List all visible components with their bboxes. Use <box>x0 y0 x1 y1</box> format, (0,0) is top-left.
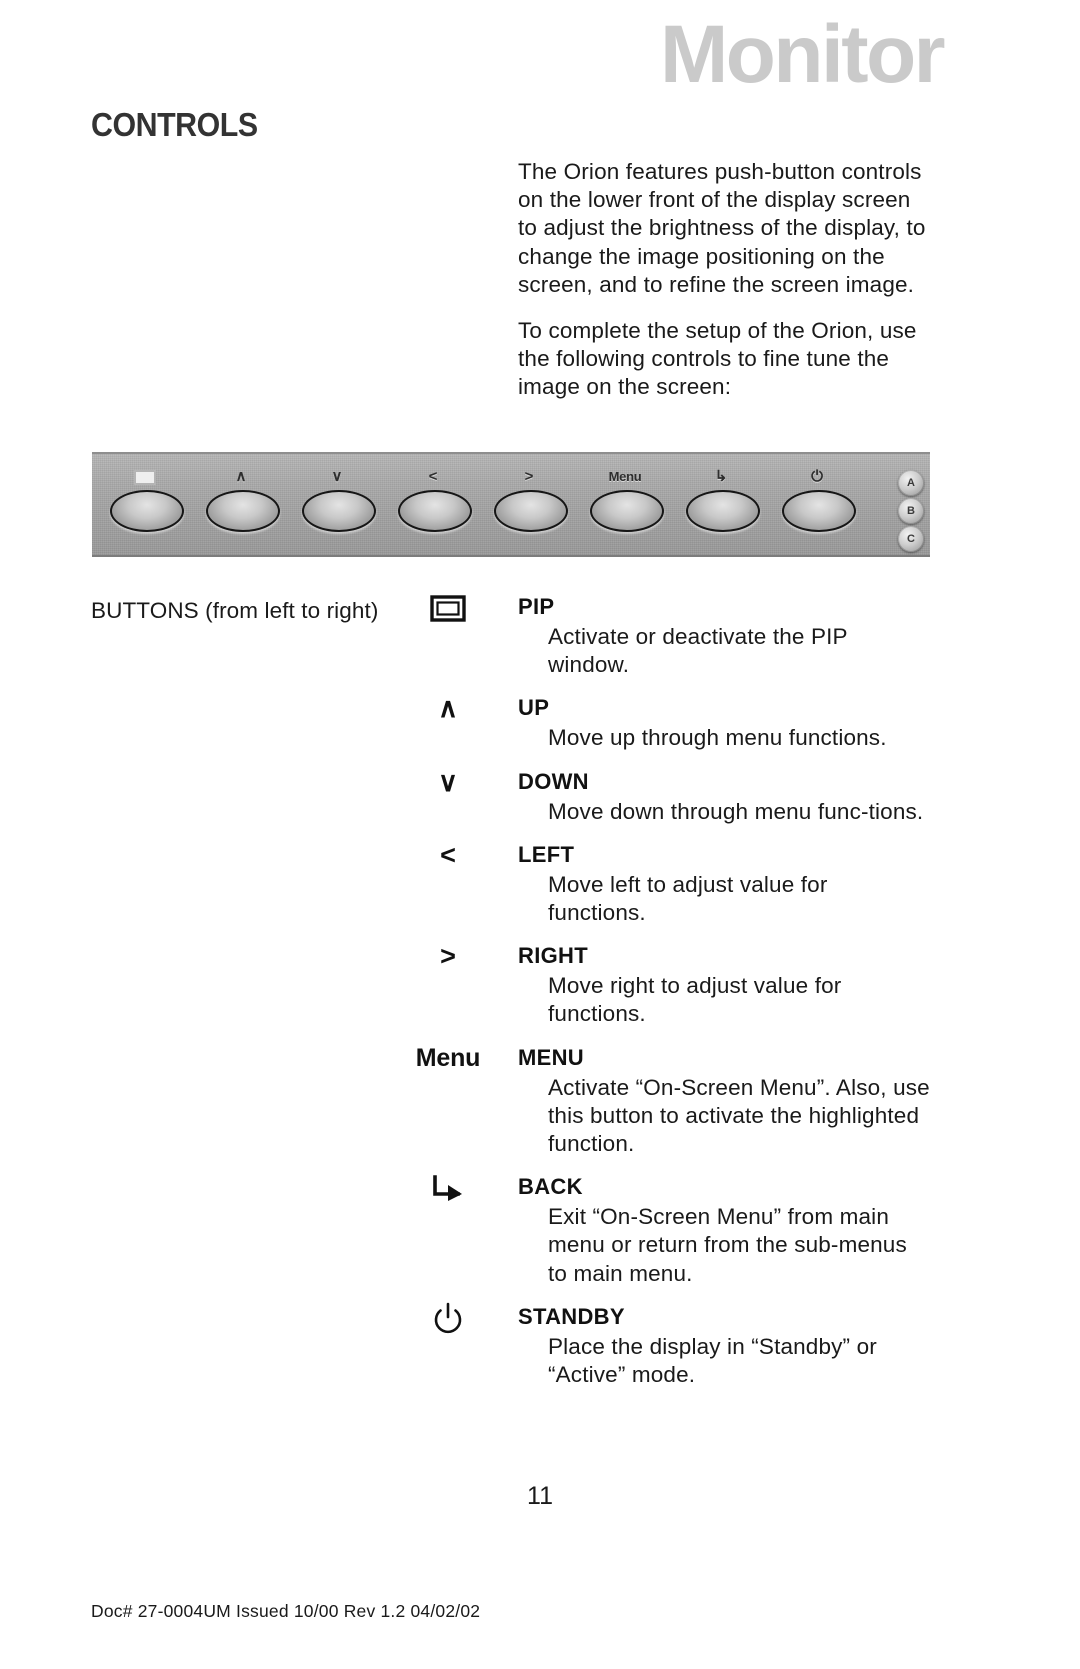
panel-oval-up <box>206 490 280 532</box>
panel-oval-right <box>494 490 568 532</box>
button-entry-pip: PIP Activate or deactivate the PIP windo… <box>0 592 1080 679</box>
button-reference-list: PIP Activate or deactivate the PIP windo… <box>0 592 1080 1403</box>
masthead-banner: Monitor <box>0 18 1080 104</box>
panel-button-right: > <box>484 468 574 542</box>
chevron-up-icon: ∧ <box>438 693 458 724</box>
button-entry-label: BACK <box>518 1174 583 1200</box>
button-entry-description: Activate “On-Screen Menu”. Also, use thi… <box>548 1074 930 1157</box>
button-entry-label: PIP <box>518 594 555 619</box>
button-entry-label: RIGHT <box>518 943 588 969</box>
page-title: CONTROLS <box>91 106 258 143</box>
chevron-down-icon: ∨ <box>438 766 458 797</box>
menu-text-icon: Menu <box>608 469 642 484</box>
pip-rectangle-icon <box>400 592 496 623</box>
button-entry-left: < LEFT Move left to adjust value for fun… <box>0 840 1080 927</box>
button-entry-back: BACK Exit “On-Screen Menu” from main men… <box>0 1172 1080 1288</box>
panel-led-a: A <box>898 470 924 496</box>
panel-led-b: B <box>898 498 924 524</box>
button-entry-down: ∨ DOWN Move down through menu func-tions… <box>0 767 1080 826</box>
panel-oval-pip <box>110 490 184 532</box>
intro-paragraph-1: The Orion features push-button controls … <box>518 159 926 297</box>
button-entry-label: STANDBY <box>518 1303 625 1329</box>
button-entry-up: ∧ UP Move up through menu functions. <box>0 693 1080 752</box>
button-entry-label: LEFT <box>518 841 575 867</box>
panel-oval-standby <box>782 490 856 532</box>
panel-oval-menu <box>590 490 664 532</box>
chevron-left-icon: < <box>440 839 456 870</box>
page-number: 11 <box>527 1482 553 1510</box>
intro-text-block: The Orion features push-button controls … <box>518 158 928 420</box>
masthead-title: Monitor <box>660 18 946 100</box>
panel-oval-down <box>302 490 376 532</box>
panel-button-pip <box>100 468 190 542</box>
chevron-left-icon: < <box>428 468 438 485</box>
footer-document-info: Doc# 27-0004UM Issued 10/00 Rev 1.2 04/0… <box>91 1601 481 1621</box>
panel-oval-back <box>686 490 760 532</box>
power-icon: ⏻ <box>811 468 823 485</box>
button-entry-description: Move right to adjust value for functions… <box>548 973 842 1027</box>
button-entry-description: Move down through menu func-tions. <box>548 798 924 824</box>
chevron-right-icon: > <box>524 468 534 485</box>
button-entry-description: Activate or deactivate the PIP window. <box>548 624 848 678</box>
button-entry-right: > RIGHT Move right to adjust value for f… <box>0 941 1080 1028</box>
button-entry-description: Place the display in “Standby” or “Activ… <box>548 1333 877 1388</box>
panel-button-down: ∨ <box>292 468 382 542</box>
panel-button-standby: ⏻ <box>772 468 862 542</box>
back-arrow-icon: ↳ <box>714 468 728 485</box>
chevron-down-icon: ∨ <box>331 468 343 485</box>
intro-paragraph-2: To complete the setup of the Orion, use … <box>518 318 917 400</box>
button-entry-description: Exit “On-Screen Menu” from main menu or … <box>548 1204 907 1286</box>
panel-button-menu: Menu <box>580 468 670 542</box>
button-entry-label: MENU <box>518 1044 584 1070</box>
monitor-control-panel-photo: ∧ ∨ < > Menu ↳ ⏻ A B C <box>92 452 930 557</box>
chevron-right-icon: > <box>440 941 456 972</box>
back-arrow-icon <box>400 1172 496 1205</box>
panel-oval-left <box>398 490 472 532</box>
power-standby-icon <box>400 1302 496 1338</box>
pip-chip-icon <box>100 468 190 486</box>
button-entry-description: Move left to adjust value for functions. <box>548 871 828 926</box>
panel-button-up: ∧ <box>196 468 286 542</box>
button-entry-label: UP <box>518 695 550 721</box>
panel-button-left: < <box>388 468 478 542</box>
menu-text-icon: Menu <box>415 1043 481 1072</box>
button-entry-menu: Menu MENU Activate “On-Screen Menu”. Als… <box>0 1043 1080 1159</box>
button-entry-standby: STANDBY Place the display in “Standby” o… <box>0 1302 1080 1389</box>
panel-led-c: C <box>898 526 924 552</box>
chevron-up-icon: ∧ <box>235 468 247 485</box>
button-entry-description: Move up through menu functions. <box>548 725 887 751</box>
panel-button-back: ↳ <box>676 468 766 542</box>
button-entry-label: DOWN <box>518 768 589 794</box>
